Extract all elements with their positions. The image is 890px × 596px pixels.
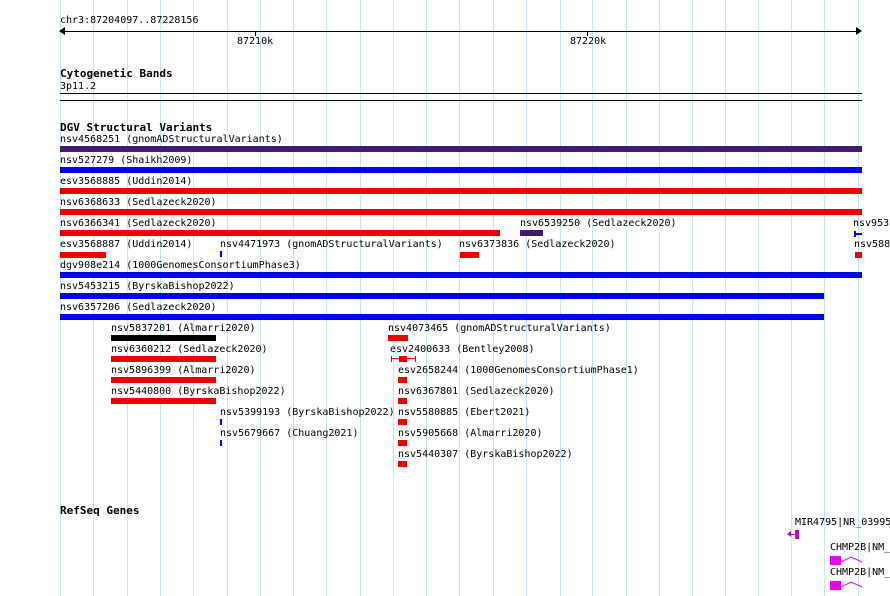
dgv-feature-bar[interactable] [855, 252, 862, 258]
dgv-feature-bar[interactable] [220, 440, 222, 446]
dgv-feature-label[interactable]: nsv5905668 (Almarri2020) [398, 428, 543, 439]
dgv-feature-label[interactable]: nsv5837201 (Almarri2020) [111, 323, 256, 334]
refseq-track-title[interactable]: RefSeq Genes [60, 505, 139, 517]
cytoband-label: 3p11.2 [60, 81, 97, 92]
dgv-feature-bar[interactable] [111, 335, 216, 341]
dgv-feature-bar[interactable] [391, 356, 416, 362]
dgv-feature-label[interactable]: nsv6357206 (Sedlazeck2020) [60, 302, 217, 313]
dgv-feature-label[interactable]: dgv908e214 (1000GenomesConsortiumPhase3) [60, 260, 301, 271]
dgv-feature-bar[interactable] [398, 398, 407, 404]
dgv-feature-bar[interactable] [60, 314, 824, 320]
ruler-axis[interactable] [60, 31, 860, 32]
refseq-gene-glyph[interactable] [830, 556, 863, 566]
grid-line [824, 0, 825, 596]
dgv-feature-bar[interactable] [398, 440, 407, 446]
dgv-feature-bar[interactable] [398, 419, 407, 425]
ruler-range-label: chr3:87204097..87228156 [60, 15, 199, 26]
dgv-feature-bar[interactable] [60, 230, 500, 236]
refseq-gene-glyph[interactable] [830, 581, 863, 591]
refseq-gene-label[interactable]: MIR4795|NR_03995 [795, 517, 890, 528]
refseq-gene-label[interactable]: CHMP2B|NM_ [830, 567, 890, 578]
dgv-feature-label[interactable]: nsv588 [854, 239, 890, 250]
dgv-feature-label[interactable]: nsv6367801 (Sedlazeck2020) [398, 386, 555, 397]
dgv-feature-bar[interactable] [220, 251, 222, 257]
dgv-feature-label[interactable]: nsv5440307 (ByrskaBishop2022) [398, 449, 573, 460]
refseq-gene-glyph[interactable] [787, 530, 801, 540]
dgv-feature-bar[interactable] [220, 419, 222, 425]
dgv-feature-label[interactable]: nsv5399193 (ByrskaBishop2022) [220, 407, 395, 418]
dgv-feature-label[interactable]: nsv5679667 (Chuang2021) [220, 428, 358, 439]
dgv-feature-bar[interactable] [60, 293, 824, 299]
dgv-feature-label[interactable]: nsv6373836 (Sedlazeck2020) [459, 239, 616, 250]
grid-line [858, 0, 859, 596]
scroll-left-arrow-icon[interactable] [59, 27, 65, 35]
dgv-feature-bar[interactable] [60, 209, 862, 215]
dgv-feature-bar[interactable] [60, 146, 862, 152]
dgv-feature-label[interactable]: esv2400633 (Bentley2008) [390, 344, 535, 355]
dgv-feature-label[interactable]: nsv4568251 (gnomADStructuralVariants) [60, 134, 283, 145]
ruler-tick-label: 87220k [570, 36, 607, 47]
dgv-feature-label[interactable]: nsv4471973 (gnomADStructuralVariants) [220, 239, 443, 250]
dgv-feature-bar[interactable] [60, 188, 862, 194]
dgv-feature-label[interactable]: nsv5896399 (Almarri2020) [111, 365, 256, 376]
dgv-track-title[interactable]: DGV Structural Variants [60, 122, 212, 134]
dgv-feature-label[interactable]: nsv4073465 (gnomADStructuralVariants) [388, 323, 611, 334]
dgv-feature-bar[interactable] [111, 377, 216, 383]
dgv-feature-label[interactable]: esv3568885 (Uddin2014) [60, 176, 192, 187]
genome-browser-track-view[interactable]: chr3:87204097..87228156 87210k 87220k Cy… [0, 0, 890, 596]
dgv-feature-label[interactable]: nsv5440800 (ByrskaBishop2022) [111, 386, 286, 397]
dgv-feature-bar[interactable] [60, 167, 862, 173]
cytoband-top-border [60, 93, 862, 94]
dgv-feature-label[interactable]: nsv5580885 (Ebert2021) [398, 407, 530, 418]
dgv-feature-bar[interactable] [460, 252, 479, 258]
dgv-feature-bar[interactable] [60, 272, 862, 278]
dgv-feature-bar[interactable] [388, 335, 408, 341]
dgv-feature-label[interactable]: esv2658244 (1000GenomesConsortiumPhase1) [398, 365, 639, 376]
ruler-tick-label: 87210k [237, 36, 274, 47]
dgv-feature-bar[interactable] [111, 398, 216, 404]
dgv-feature-label[interactable]: nsv5453215 (ByrskaBishop2022) [60, 281, 235, 292]
dgv-feature-label[interactable]: nsv527279 (Shaikh2009) [60, 155, 192, 166]
refseq-gene-label[interactable]: CHMP2B|NM_ [830, 542, 890, 553]
dgv-feature-bar[interactable] [60, 252, 106, 258]
dgv-feature-bar[interactable] [398, 461, 407, 467]
dgv-feature-bar[interactable] [398, 377, 407, 383]
dgv-feature-label[interactable]: esv3568887 (Uddin2014) [60, 239, 192, 250]
cytogenetic-bands-track-title[interactable]: Cytogenetic Bands [60, 68, 173, 80]
dgv-feature-label[interactable]: nsv6360212 (Sedlazeck2020) [111, 344, 268, 355]
dgv-feature-bar[interactable] [111, 356, 216, 362]
dgv-feature-bar-end [854, 231, 856, 237]
cytoband-bottom-border [60, 100, 862, 101]
dgv-feature-label[interactable]: nsv6368633 (Sedlazeck2020) [60, 197, 217, 208]
dgv-feature-bar[interactable] [520, 230, 543, 236]
dgv-feature-label[interactable]: nsv6366341 (Sedlazeck2020) [60, 218, 217, 229]
scroll-right-arrow-icon[interactable] [856, 27, 862, 35]
dgv-feature-label[interactable]: nsv6539250 (Sedlazeck2020) [520, 218, 677, 229]
dgv-feature-label[interactable]: nsv953 [853, 218, 889, 229]
